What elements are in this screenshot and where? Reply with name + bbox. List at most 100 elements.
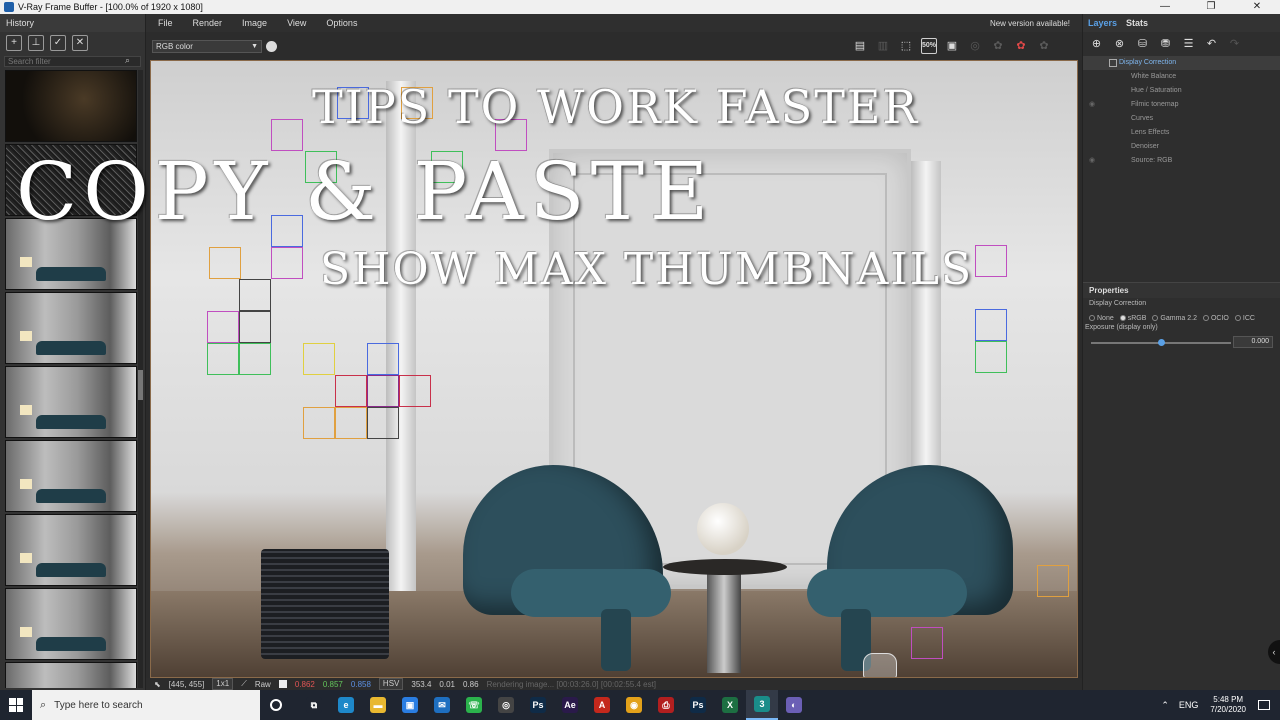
track-mouse-icon[interactable]: ▣ bbox=[944, 38, 960, 54]
taskbar-app-chrome[interactable]: ◉ bbox=[618, 690, 650, 720]
menu-options[interactable]: Options bbox=[314, 18, 365, 28]
layer-list-icon[interactable]: ☰ bbox=[1181, 37, 1196, 52]
taskbar-app-edge[interactable]: e bbox=[330, 690, 362, 720]
chevron-up-icon[interactable]: ⌃ bbox=[1161, 700, 1169, 711]
exposure-slider-handle[interactable] bbox=[1158, 339, 1165, 346]
color-picker-icon[interactable] bbox=[266, 41, 277, 52]
history-thumbnail[interactable] bbox=[5, 70, 137, 142]
new-version-notice[interactable]: New version available! bbox=[990, 19, 1070, 28]
taskbar-app-3dsmax[interactable]: 3 bbox=[746, 690, 778, 720]
taskbar-app-mail[interactable]: ✉ bbox=[426, 690, 458, 720]
load-layers-icon[interactable]: ⛃ bbox=[1158, 37, 1173, 52]
eye-icon[interactable]: ◉ bbox=[1089, 154, 1095, 168]
layer-row[interactable]: ◉ Source: RGB bbox=[1083, 154, 1280, 168]
maximize-button[interactable]: ❐ bbox=[1188, 0, 1234, 14]
minimize-button[interactable]: — bbox=[1142, 0, 1188, 14]
pdf-icon: ⎙ bbox=[658, 697, 674, 713]
add-layer-icon[interactable]: ⊕ bbox=[1089, 37, 1104, 52]
eye-icon[interactable]: ◉ bbox=[1089, 98, 1095, 112]
layer-row[interactable]: Display Correction bbox=[1083, 56, 1280, 70]
taskbar-search-input[interactable]: ⌕ Type here to search bbox=[32, 690, 260, 720]
taskbar-app-task-view[interactable]: ⧉ bbox=[298, 690, 330, 720]
taskbar-app-pdf[interactable]: ⎙ bbox=[650, 690, 682, 720]
clock[interactable]: 5:48 PM 7/20/2020 bbox=[1210, 695, 1246, 715]
taskbar-app-chrome-dark[interactable]: ◎ bbox=[490, 690, 522, 720]
ipr-icon[interactable]: ◎ bbox=[967, 38, 983, 54]
history-thumbnail[interactable] bbox=[5, 514, 137, 586]
pick-color-icon[interactable]: ⟋ bbox=[241, 679, 247, 689]
overlay-title-thumbnails: SHOW MAX THUMBNAILS bbox=[320, 244, 974, 295]
history-thumbnail[interactable] bbox=[5, 440, 137, 512]
cortana-button[interactable] bbox=[260, 690, 292, 720]
layer-toolbar: ⊕ ⊗ ⛁ ⛃ ☰ ↶ ↷ bbox=[1083, 32, 1280, 56]
render-bucket bbox=[335, 407, 367, 439]
taskbar-app-store[interactable]: ▣ bbox=[394, 690, 426, 720]
radio-srgb[interactable]: sRGB bbox=[1119, 315, 1146, 322]
exposure-label: Exposure (display only) bbox=[1085, 324, 1158, 331]
radio-icc[interactable]: ICC bbox=[1234, 315, 1255, 322]
close-button[interactable]: ✕ bbox=[1234, 0, 1280, 14]
color-mode-select[interactable]: HSV bbox=[378, 678, 404, 690]
taskbar-app-photoshop[interactable]: Ps bbox=[522, 690, 554, 720]
taskbar-app-whatsapp[interactable]: ☏ bbox=[458, 690, 490, 720]
save-history-icon[interactable]: + bbox=[6, 35, 22, 51]
zoom-level-badge[interactable]: 50% bbox=[921, 38, 937, 54]
notification-icon[interactable] bbox=[1258, 700, 1270, 710]
ratio-select[interactable]: 1x1 bbox=[212, 678, 234, 690]
exposure-row: 0.000 bbox=[1083, 336, 1280, 350]
search-icon: ⌕ bbox=[40, 698, 47, 711]
render-icon[interactable]: ✿ bbox=[990, 38, 1006, 54]
taskbar-app-photoshop-2[interactable]: Ps bbox=[682, 690, 714, 720]
layer-row[interactable]: ◉ Filmic tonemap bbox=[1083, 98, 1280, 112]
channel-select[interactable]: RGB color ▼ bbox=[152, 40, 262, 53]
history-panel: History + ⊥ ✓ ✕ Search filter ⌕ bbox=[0, 14, 146, 690]
start-button[interactable] bbox=[0, 690, 32, 720]
render-bucket bbox=[209, 247, 241, 279]
properties-title: Properties bbox=[1083, 282, 1280, 298]
save-image-icon[interactable]: ▤ bbox=[852, 38, 868, 54]
radio-none[interactable]: None bbox=[1089, 315, 1114, 322]
raw-label: Raw bbox=[254, 679, 271, 689]
interactive-render-icon[interactable]: ✿ bbox=[1036, 38, 1052, 54]
language-indicator[interactable]: ENG bbox=[1179, 700, 1199, 710]
collapse-panel-icon[interactable]: ‹ bbox=[1268, 640, 1280, 664]
history-thumbnail[interactable] bbox=[5, 588, 137, 660]
history-thumbnail[interactable] bbox=[5, 292, 137, 364]
history-title: History bbox=[0, 14, 145, 32]
load-history-icon[interactable]: ⊥ bbox=[28, 35, 44, 51]
tab-layers[interactable]: Layers bbox=[1083, 18, 1121, 28]
set-ab-icon[interactable]: ✓ bbox=[50, 35, 66, 51]
exposure-value-field[interactable]: 0.000 bbox=[1233, 336, 1273, 348]
menu-render[interactable]: Render bbox=[181, 18, 231, 28]
chevron-down-icon: ▼ bbox=[251, 43, 258, 50]
history-thumbnail[interactable] bbox=[5, 662, 137, 688]
save-layers-icon[interactable]: ⛁ bbox=[1135, 37, 1150, 52]
radio-ocio[interactable]: OCIO bbox=[1202, 315, 1229, 322]
taskbar-app-excel[interactable]: X bbox=[714, 690, 746, 720]
menu-file[interactable]: File bbox=[146, 18, 181, 28]
stop-render-icon[interactable]: ✿ bbox=[1013, 38, 1029, 54]
layer-row[interactable]: Denoiser bbox=[1083, 140, 1280, 154]
taskbar-app-acrobat[interactable]: A bbox=[586, 690, 618, 720]
menu-image[interactable]: Image bbox=[230, 18, 275, 28]
radio-gamma[interactable]: Gamma 2.2 bbox=[1152, 315, 1197, 322]
region-render-icon[interactable]: ⬚ bbox=[898, 38, 914, 54]
layer-row[interactable]: Lens Effects bbox=[1083, 126, 1280, 140]
history-search-input[interactable]: Search filter ⌕ bbox=[4, 56, 141, 67]
undo-icon[interactable]: ↶ bbox=[1204, 37, 1219, 52]
redo-icon[interactable]: ↷ bbox=[1227, 37, 1242, 52]
taskbar-app-after-effects[interactable]: Ae bbox=[554, 690, 586, 720]
history-thumbnail[interactable] bbox=[5, 366, 137, 438]
render-bucket bbox=[303, 407, 335, 439]
layer-row[interactable]: White Balance bbox=[1083, 70, 1280, 84]
layer-row[interactable]: Hue / Saturation bbox=[1083, 84, 1280, 98]
tab-stats[interactable]: Stats bbox=[1121, 18, 1152, 28]
taskbar-app-vray[interactable]: ◐ bbox=[778, 690, 810, 720]
taskbar-app-explorer[interactable]: ▬ bbox=[362, 690, 394, 720]
delete-history-icon[interactable]: ✕ bbox=[72, 35, 88, 51]
layer-row[interactable]: Curves bbox=[1083, 112, 1280, 126]
menu-view[interactable]: View bbox=[275, 18, 314, 28]
save-all-icon[interactable]: ▥ bbox=[875, 38, 891, 54]
status-bar: ⬉ [445, 455] 1x1 ⟋ Raw 0.862 0.857 0.858… bbox=[146, 678, 1082, 690]
delete-layer-icon[interactable]: ⊗ bbox=[1112, 37, 1127, 52]
